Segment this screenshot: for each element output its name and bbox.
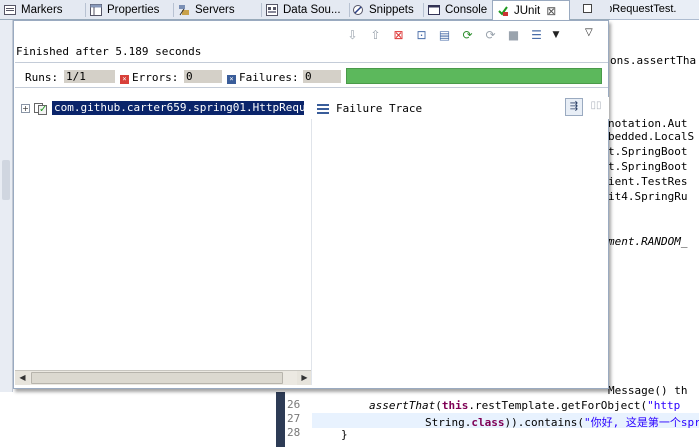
restore-icon[interactable] (583, 4, 592, 13)
tab-junit[interactable]: JUnit ⊠ (492, 0, 570, 21)
expand-icon[interactable]: + (21, 103, 30, 113)
scrollbar-thumb[interactable] (31, 372, 283, 384)
next-failure-icon[interactable]: ⇩ (344, 27, 361, 44)
properties-icon (90, 4, 102, 16)
failure-trace-label: Failure Trace (336, 102, 423, 115)
failures-value: 0 (303, 70, 341, 83)
stack-trace-icon (317, 103, 329, 114)
test-suite-success-icon: ✓ (34, 102, 48, 115)
compare-result-icon[interactable]: ▯▯ (587, 98, 605, 116)
code-fragment: it4.SpringRu (608, 190, 688, 203)
console-icon (428, 4, 440, 16)
test-stats-bar: Runs: 1/1 × Errors: 0 × Failures: 0 (15, 62, 608, 88)
rerun-failed-first-icon[interactable]: ⟳ (482, 27, 499, 44)
errors-label: × Errors: (120, 71, 178, 84)
stop-icon[interactable]: ■ (505, 27, 522, 44)
scroll-lock-icon[interactable]: ⊡ (413, 27, 430, 44)
rerun-test-icon[interactable]: ⟳ (459, 27, 476, 44)
errors-value: 0 (184, 70, 222, 83)
tab-servers[interactable]: Servers (174, 0, 262, 20)
filter-stack-trace-icon[interactable]: ⇶ (565, 98, 583, 116)
pane-divider[interactable] (311, 119, 312, 385)
runs-value: 1/1 (64, 70, 115, 83)
failures-label: × Failures: (227, 71, 299, 84)
tab-markers[interactable]: Markers (0, 0, 86, 20)
code-fragment: t.SpringBoot (608, 145, 688, 158)
junit-toolbar: ⇩ ⇧ ⊠ ⊡ ▤ ⟳ ⟳ ■ ☰ ▼ (344, 26, 561, 44)
error-icon: × (120, 75, 129, 84)
close-icon[interactable]: ⊠ (546, 4, 556, 18)
annotation-gutter (276, 392, 285, 447)
junit-view: ⇩ ⇧ ⊠ ⊡ ▤ ⟳ ⟳ ■ ☰ ▼ ▽ Finished after 5.1… (13, 20, 609, 389)
code-fragment: t.SpringBoot (608, 160, 688, 173)
test-layout-icon[interactable]: ▤ (436, 27, 453, 44)
horizontal-scrollbar[interactable]: ◀ ▶ (15, 370, 312, 385)
editor-tab-label: ttpRequestTest. (600, 3, 677, 15)
code-fragment: notation.Aut (608, 117, 688, 130)
code-line-27[interactable]: String.class)).contains("你好, 这是第一个spri (425, 414, 699, 430)
code-line-26[interactable]: assertThat(this.restTemplate.getForObjec… (369, 399, 680, 412)
show-failures-only-icon[interactable]: ⊠ (390, 27, 407, 44)
test-progress-bar (346, 68, 602, 84)
finished-status: Finished after 5.189 seconds (16, 45, 202, 58)
tab-data-source[interactable]: Data Sou... (262, 0, 350, 20)
code-fragment: ient.TestRes (608, 175, 688, 188)
code-line-28[interactable]: } (341, 428, 348, 441)
test-suite-label[interactable]: com.github.carter659.spring01.HttpReques… (52, 101, 304, 115)
markers-icon (4, 4, 16, 16)
servers-icon (178, 4, 190, 16)
code-fragment: ment.RANDOM_ (608, 235, 688, 248)
tab-snippets[interactable]: Snippets (348, 0, 424, 20)
previous-failure-icon[interactable]: ⇧ (367, 27, 384, 44)
code-fragment: Message() th (608, 384, 688, 397)
view-menu-icon[interactable]: ▽ (585, 27, 593, 38)
scroll-left-icon[interactable]: ◀ (15, 371, 30, 385)
list-item[interactable]: + ✓ com.github.carter659.spring01.HttpRe… (21, 101, 304, 115)
left-trim-bar (0, 20, 13, 392)
history-icon[interactable]: ☰ (528, 27, 545, 44)
snippets-icon (352, 4, 364, 16)
tab-console[interactable]: Console (424, 0, 494, 20)
scroll-right-icon[interactable]: ▶ (297, 371, 312, 385)
tab-properties[interactable]: Properties (86, 0, 174, 20)
failure-icon: × (227, 75, 236, 84)
code-fragment: ons.assertTha (610, 54, 697, 67)
line-numbers: 26 27 28 (287, 398, 301, 439)
data-source-icon (266, 4, 278, 16)
trim-handle[interactable] (2, 160, 10, 200)
junit-icon (497, 5, 509, 17)
runs-label: Runs: (25, 71, 59, 84)
view-tab-bar: Markers Properties Servers Data Sou... S… (0, 0, 610, 21)
test-tree: + ✓ com.github.carter659.spring01.HttpRe… (15, 97, 312, 385)
chevron-down-icon[interactable]: ▼ (551, 27, 561, 44)
code-fragment: bedded.LocalS (608, 130, 695, 143)
failure-trace-header: Failure Trace ⇶ ▯▯ (311, 97, 609, 119)
